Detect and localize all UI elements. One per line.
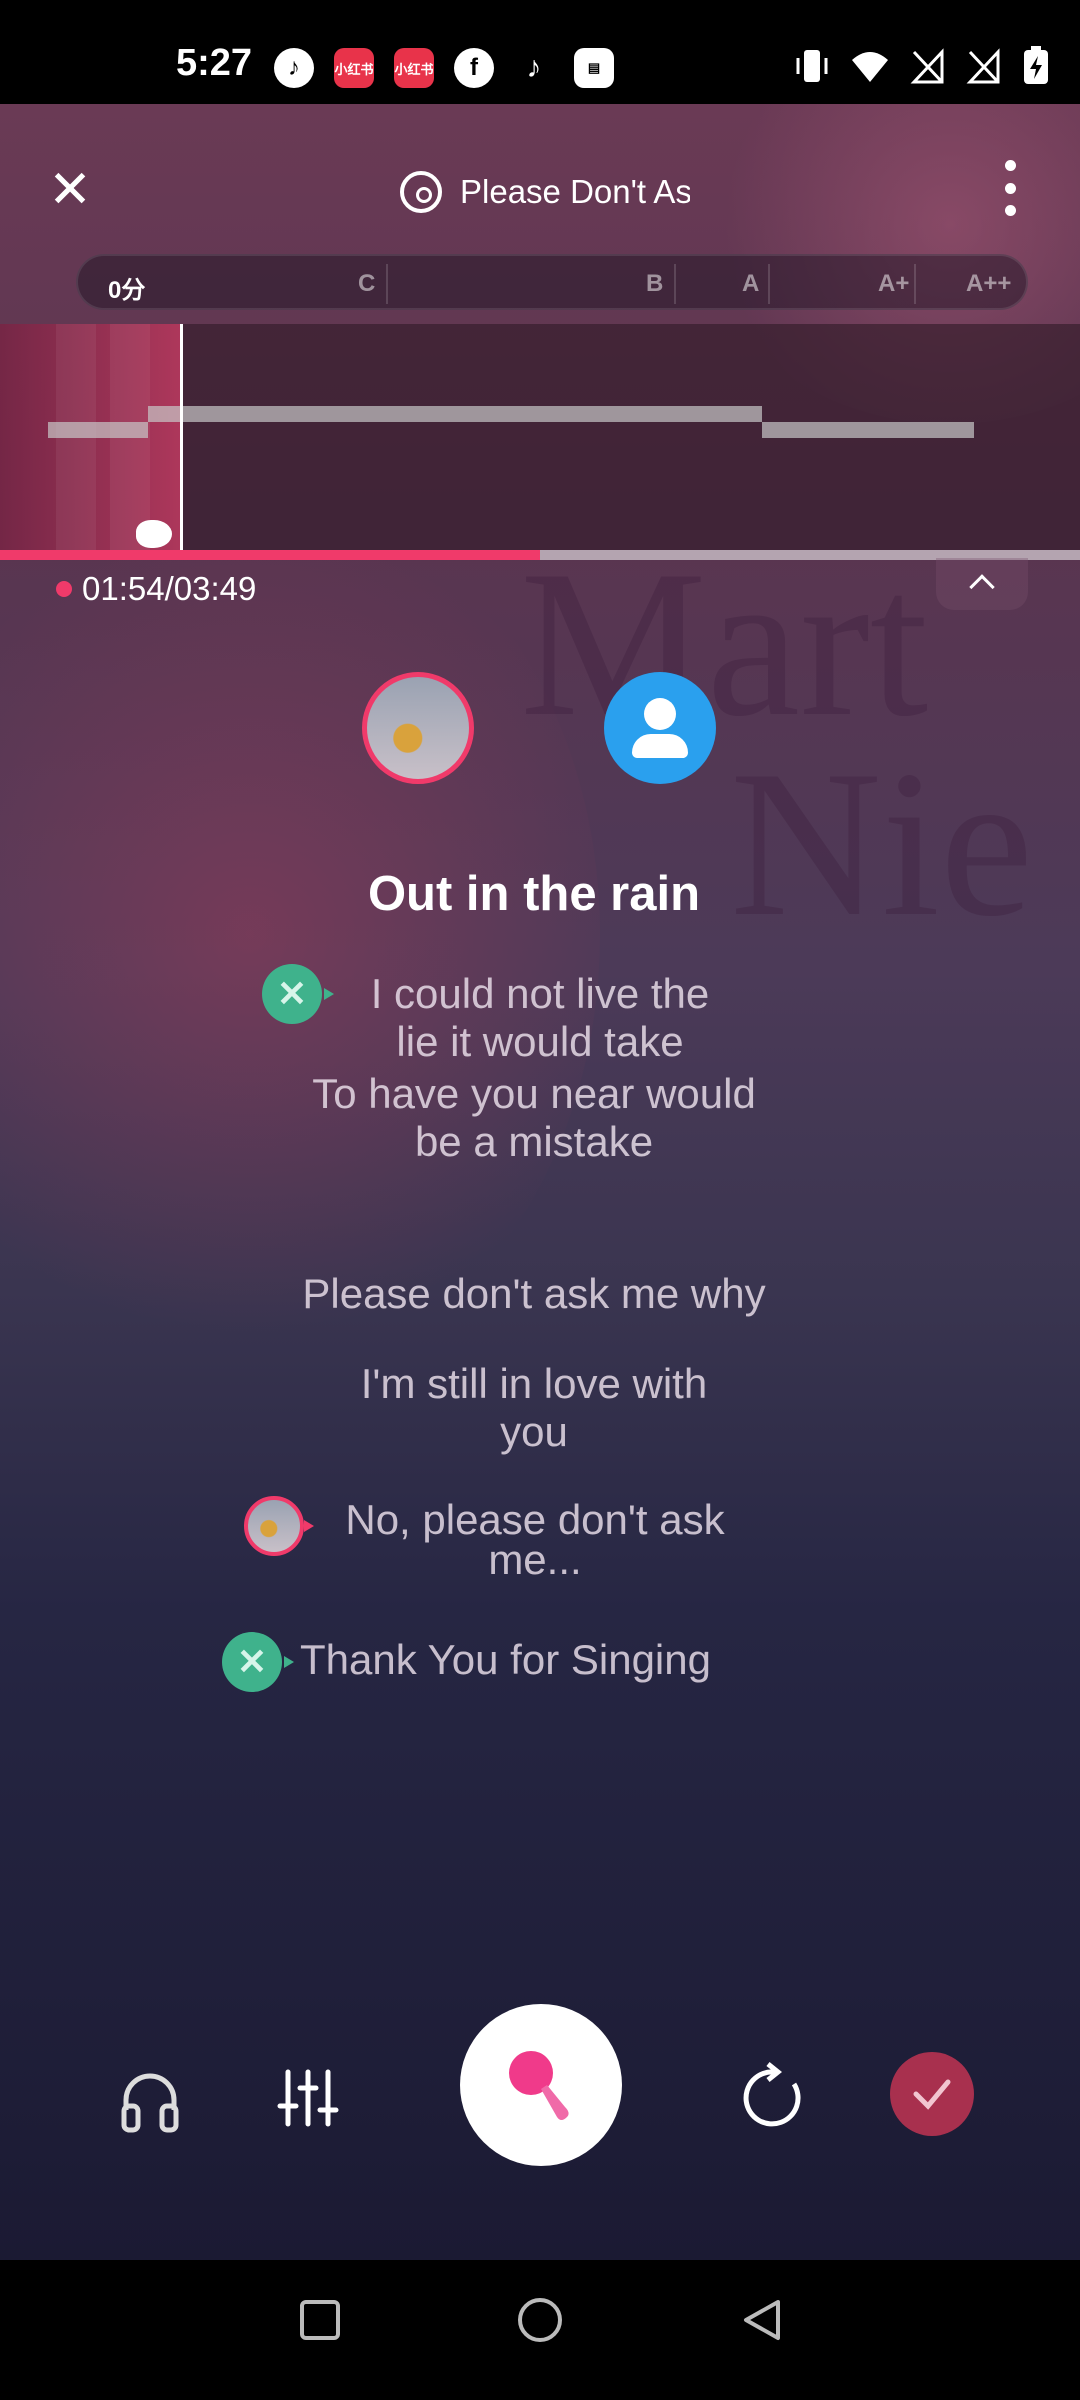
lyric-text: I'm still in love with you	[360, 1360, 708, 1455]
system-navigation-bar	[0, 2260, 1080, 2400]
score-bar: 0分 C B A A+ A++	[76, 254, 1028, 310]
current-lyric: Out in the rain	[367, 867, 701, 921]
song-progress-bar[interactable]	[0, 550, 1080, 560]
wifi-icon	[852, 52, 888, 82]
no-signal-icon	[966, 48, 1000, 84]
collapse-button[interactable]	[936, 558, 1028, 610]
chevron-up-icon	[969, 574, 995, 600]
status-bar: 5:27 ♪ 小红书 小红书 f ♪ ▤	[0, 0, 1080, 104]
tiktok-alt-icon: ♪	[274, 48, 314, 88]
grade-c: C	[358, 270, 376, 297]
headphones-icon	[121, 2073, 179, 2133]
recents-button[interactable]	[300, 2300, 340, 2340]
background-glow	[0, 484, 600, 1384]
grade-divider	[768, 264, 770, 304]
top-bar: ✕ Please Don't Ask Me	[0, 104, 1080, 264]
pitch-note	[762, 422, 974, 438]
control-bar	[0, 2004, 1080, 2254]
facebook-icon: f	[454, 48, 494, 88]
pitch-indicator-icon	[136, 520, 172, 548]
grade-b: B	[646, 270, 664, 297]
song-title-marquee: Please Don't Ask Me	[400, 164, 690, 220]
lyric-text: No, please don't ask me...	[345, 1496, 725, 1583]
lyric-line: No, please don't ask me...	[310, 1496, 760, 1583]
home-button[interactable]	[518, 2298, 562, 2342]
finish-button[interactable]	[890, 2052, 974, 2136]
system-icons	[794, 46, 1050, 86]
singer-avatar-2[interactable]	[604, 672, 716, 784]
headphones-button[interactable]	[110, 2062, 190, 2142]
music-disc-icon	[400, 171, 442, 213]
notification-icons: ♪ 小红书 小红书 f ♪ ▤	[274, 48, 614, 88]
grade-divider	[914, 264, 916, 304]
karaoke-screen: Mart Nie ✕ Please Don't Ask Me 0分 C B A …	[0, 104, 1080, 2260]
back-button[interactable]	[740, 2298, 784, 2342]
singer-avatar-1[interactable]	[362, 672, 474, 784]
lyric-line: I'm still in love with you	[300, 1360, 768, 1456]
tiktok-icon: ♪	[526, 51, 542, 84]
lyric-text: To have you near would be a mistake	[312, 1070, 756, 1165]
pitch-cursor	[180, 324, 183, 550]
battery-charging-icon	[1024, 46, 1048, 84]
no-signal-icon	[910, 48, 944, 84]
duet-marker-icon	[222, 1632, 294, 1692]
recording-dot-icon	[56, 581, 72, 597]
time-display: 01:54/03:49	[56, 570, 256, 608]
wallet-icon: ▤	[574, 48, 614, 88]
pitch-graph	[0, 324, 1080, 550]
more-dot-icon	[1004, 160, 1016, 171]
record-button[interactable]	[460, 2004, 622, 2166]
close-button[interactable]: ✕	[40, 160, 100, 220]
more-dot-icon	[1004, 205, 1016, 216]
vibrate-icon	[796, 50, 828, 82]
pitch-note	[48, 422, 148, 438]
person-icon	[632, 734, 688, 758]
sliders-icon	[277, 2069, 339, 2127]
duet-marker-icon	[262, 964, 334, 1024]
person-icon	[644, 698, 676, 730]
grade-a-plus: A+	[878, 270, 910, 297]
singer-marker-icon	[244, 1496, 314, 1556]
song-progress-fill	[0, 550, 540, 560]
lyric-line: I could not live the lie it would take	[340, 970, 740, 1066]
current-score: 0分	[108, 277, 146, 304]
xiaohongshu-icon: 小红书	[334, 48, 374, 88]
lyric-text: I could not live the lie it would take	[370, 970, 710, 1065]
lyric-line: Please don't ask me why	[250, 1270, 818, 1318]
grade-a-plus-plus: A++	[966, 270, 1012, 297]
audio-mixer-button[interactable]	[270, 2060, 346, 2136]
grade-a: A	[742, 270, 760, 297]
lyric-line: Thank You for Singing	[300, 1636, 770, 1684]
grade-divider	[386, 264, 388, 304]
status-time: 5:27	[176, 42, 253, 84]
lyric-line: To have you near would be a mistake	[270, 1070, 798, 1166]
lyric-text: Please don't ask me why	[302, 1270, 766, 1317]
elapsed-time: 01:54/03:49	[82, 570, 257, 607]
close-icon: ✕	[48, 161, 92, 219]
song-title: Please Don't Ask Me	[460, 173, 690, 210]
lyric-text: Thank You for Singing	[300, 1636, 711, 1683]
microphone-icon	[509, 2051, 569, 2120]
more-dot-icon	[1004, 182, 1016, 194]
more-options-button[interactable]	[990, 158, 1030, 218]
checkmark-icon	[913, 2079, 951, 2110]
grade-divider	[674, 264, 676, 304]
restart-button[interactable]	[734, 2058, 814, 2138]
restart-icon	[743, 2062, 801, 2127]
pitch-note	[148, 406, 762, 422]
xiaohongshu-icon: 小红书	[394, 48, 434, 88]
